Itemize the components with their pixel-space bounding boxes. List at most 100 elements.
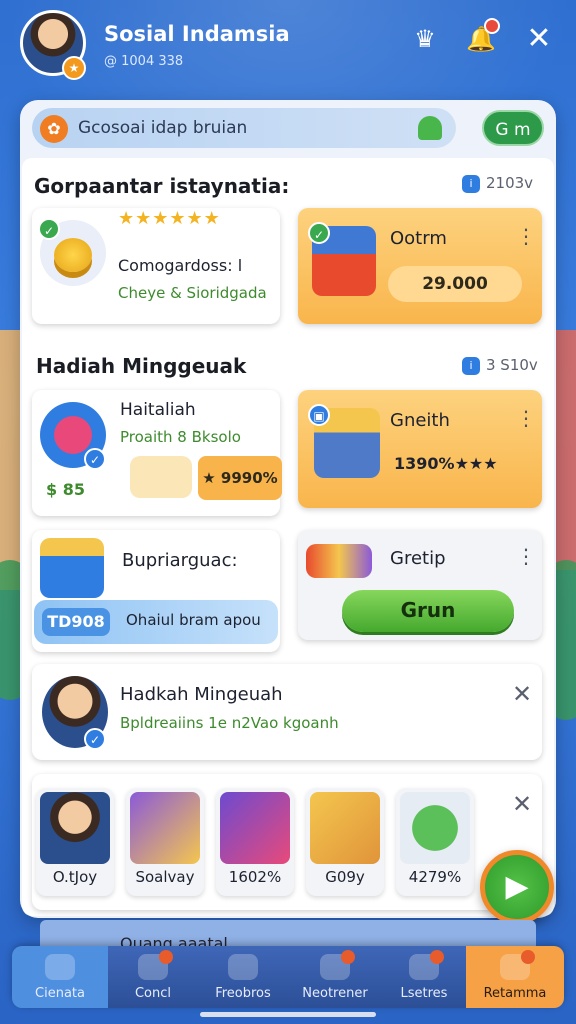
friend-card[interactable]: ✓ Hadkah Mingeuah Bpldreaiins 1e n2Vao k… xyxy=(32,664,542,760)
more-options-icon[interactable]: ⋮ xyxy=(516,408,536,428)
thumb-label: 1602% xyxy=(228,868,282,886)
gift-icon: ▣ xyxy=(308,404,330,426)
app-subtitle: @ 1004 338 xyxy=(104,54,184,69)
main-panel: ✿ Gcosoai idap bruian G m Gorpaantar ist… xyxy=(20,100,556,918)
section-meta-2: i 3 S10v xyxy=(462,356,538,375)
coin-stack-icon xyxy=(54,238,92,272)
nav-label: Concl xyxy=(134,986,172,1001)
more-options-icon[interactable]: ⋮ xyxy=(516,226,536,246)
reward-card-game[interactable]: ✓ Haitaliah Proaith 8 Bksolo $ 85 ★ 9990… xyxy=(32,390,282,516)
card-value: 1390%★★★ xyxy=(394,454,498,473)
thumb-item[interactable]: O.tJoy xyxy=(36,788,114,896)
section-title-1: Gorpaantar istaynatia: xyxy=(34,174,290,198)
reward-card-gift[interactable]: Bupriarguac: TD908 Ohaiul bram apou xyxy=(32,530,280,652)
gift-thumb-icon xyxy=(220,792,290,864)
friend-title: Hadkah Mingeuah xyxy=(120,684,283,705)
thumbnail-row: ✕ O.tJoy Soalvay 1602% G09y 4279% xyxy=(32,774,542,910)
avatar-badge-icon: ★ xyxy=(62,56,86,80)
notification-dot xyxy=(484,18,500,34)
reward-card-grun[interactable]: Gretip ⋮ Grun xyxy=(298,530,542,640)
grun-button[interactable]: Grun xyxy=(342,590,514,632)
search-bar[interactable]: ✿ Gcosoai idap bruian xyxy=(32,108,456,148)
nav-item-stores[interactable]: Lsetres xyxy=(382,946,466,1008)
thumb-item[interactable]: 4279% xyxy=(396,788,474,896)
card-title: Gneith xyxy=(390,410,450,431)
verified-icon: ✓ xyxy=(84,448,106,470)
rating-stars: ★★★★★★ xyxy=(118,208,221,229)
app-title: Sosial Indamsia xyxy=(104,22,290,46)
section-meta-text: 3 S10v xyxy=(486,356,538,374)
next-panel-peek xyxy=(40,920,536,948)
promo-code-tag: TD908 xyxy=(42,608,110,636)
promo-strip-text: Ohaiul bram apou xyxy=(126,611,261,629)
nav-label: Retamma xyxy=(483,986,547,1001)
content-area: Gorpaantar istaynatia: i 2103v ✓ ★★★★★★ C… xyxy=(22,158,554,916)
nav-label: Freobros xyxy=(215,986,271,1001)
app-header: ★ Sosial Indamsia @ 1004 338 ♛ 🔔 ✕ xyxy=(0,0,576,96)
dismiss-icon[interactable]: ✕ xyxy=(512,680,532,708)
friend-subtitle: Bpldreaiins 1e n2Vao kgoanh xyxy=(120,714,339,732)
app-logo-icon: ✿ xyxy=(40,115,68,143)
check-icon: ✓ xyxy=(38,218,60,240)
section-title-2: Hadiah Minggeuak xyxy=(36,354,247,378)
search-input[interactable]: Gcosoai idap bruian xyxy=(78,118,247,138)
crown-icon[interactable]: ♛ xyxy=(408,22,442,56)
nav-item-chat[interactable]: Concl xyxy=(108,946,198,1008)
thumb-item[interactable]: 1602% xyxy=(216,788,294,896)
person-thumb-icon xyxy=(40,792,110,864)
feed-icon xyxy=(228,954,258,980)
price-left: $ 85 xyxy=(46,480,85,499)
promo-strip[interactable]: TD908 Ohaiul bram apou xyxy=(34,600,278,644)
notification-dot xyxy=(341,950,355,964)
thumb-item[interactable]: Soalvay xyxy=(126,788,204,896)
info-icon: i xyxy=(462,174,480,193)
badge-thumb-icon xyxy=(400,792,470,864)
notification-dot xyxy=(430,950,444,964)
home-icon xyxy=(45,954,75,980)
go-button[interactable]: G m xyxy=(482,110,544,146)
reward-card-chest[interactable]: ▣ Gneith ⋮ 1390%★★★ xyxy=(298,390,542,508)
thumb-label: 4279% xyxy=(408,868,462,886)
nav-label: Cienata xyxy=(35,986,85,1001)
thumb-label: O.tJoy xyxy=(52,868,98,886)
thumb-label: Soalvay xyxy=(135,868,195,886)
nav-item-feed[interactable]: Freobros xyxy=(198,946,288,1008)
notification-dot xyxy=(159,950,173,964)
nav-item-home[interactable]: Cienata xyxy=(12,946,108,1008)
section-meta-text: 2103v xyxy=(486,174,534,192)
bell-icon[interactable]: 🔔 xyxy=(464,18,500,56)
thumb-label: G09y xyxy=(325,868,365,886)
thumb-item[interactable]: G09y xyxy=(306,788,384,896)
card-title: Haitaliah xyxy=(120,400,196,420)
treasure-thumb-icon xyxy=(130,792,200,864)
tickets-icon xyxy=(306,544,372,578)
bottom-nav: Cienata Concl Freobros Neotrener Lsetres… xyxy=(12,946,564,1008)
check-icon: ✓ xyxy=(308,222,330,244)
verified-icon: ✓ xyxy=(84,728,106,750)
value-pill: 29.000 xyxy=(388,266,522,302)
gift-box-icon xyxy=(40,538,104,598)
nav-item-network[interactable]: Neotrener xyxy=(288,946,382,1008)
close-icon[interactable]: ✕ xyxy=(522,22,556,56)
dismiss-icon[interactable]: ✕ xyxy=(512,790,532,818)
notification-dot xyxy=(521,950,535,964)
card-line-1: Comogardoss: l xyxy=(118,256,243,275)
play-button[interactable]: ▶ xyxy=(480,850,554,924)
nav-label: Neotrener xyxy=(302,986,368,1001)
home-icon[interactable] xyxy=(418,116,442,140)
section-meta-1: i 2103v xyxy=(462,174,533,193)
card-title: Gretip xyxy=(390,548,446,569)
discount-pill: ★ 9990% xyxy=(198,456,282,500)
card-title: Ootrm xyxy=(390,228,447,249)
more-options-icon[interactable]: ⋮ xyxy=(516,546,536,566)
card-title: Bupriarguac: xyxy=(122,550,238,571)
reward-card-coins[interactable]: ✓ ★★★★★★ Comogardoss: l Cheye & Sioridga… xyxy=(32,208,280,324)
map-thumb-icon xyxy=(310,792,380,864)
card-line-2: Cheye & Sioridgada xyxy=(118,284,267,302)
nav-item-profile[interactable]: Retamma xyxy=(466,946,564,1008)
reward-card-basket[interactable]: ✓ Ootrm ⋮ 29.000 xyxy=(298,208,542,324)
gold-bar-icon xyxy=(130,456,192,498)
card-line-2: Proaith 8 Bksolo xyxy=(120,428,241,446)
home-indicator[interactable] xyxy=(200,1012,376,1017)
info-icon: i xyxy=(462,356,480,375)
